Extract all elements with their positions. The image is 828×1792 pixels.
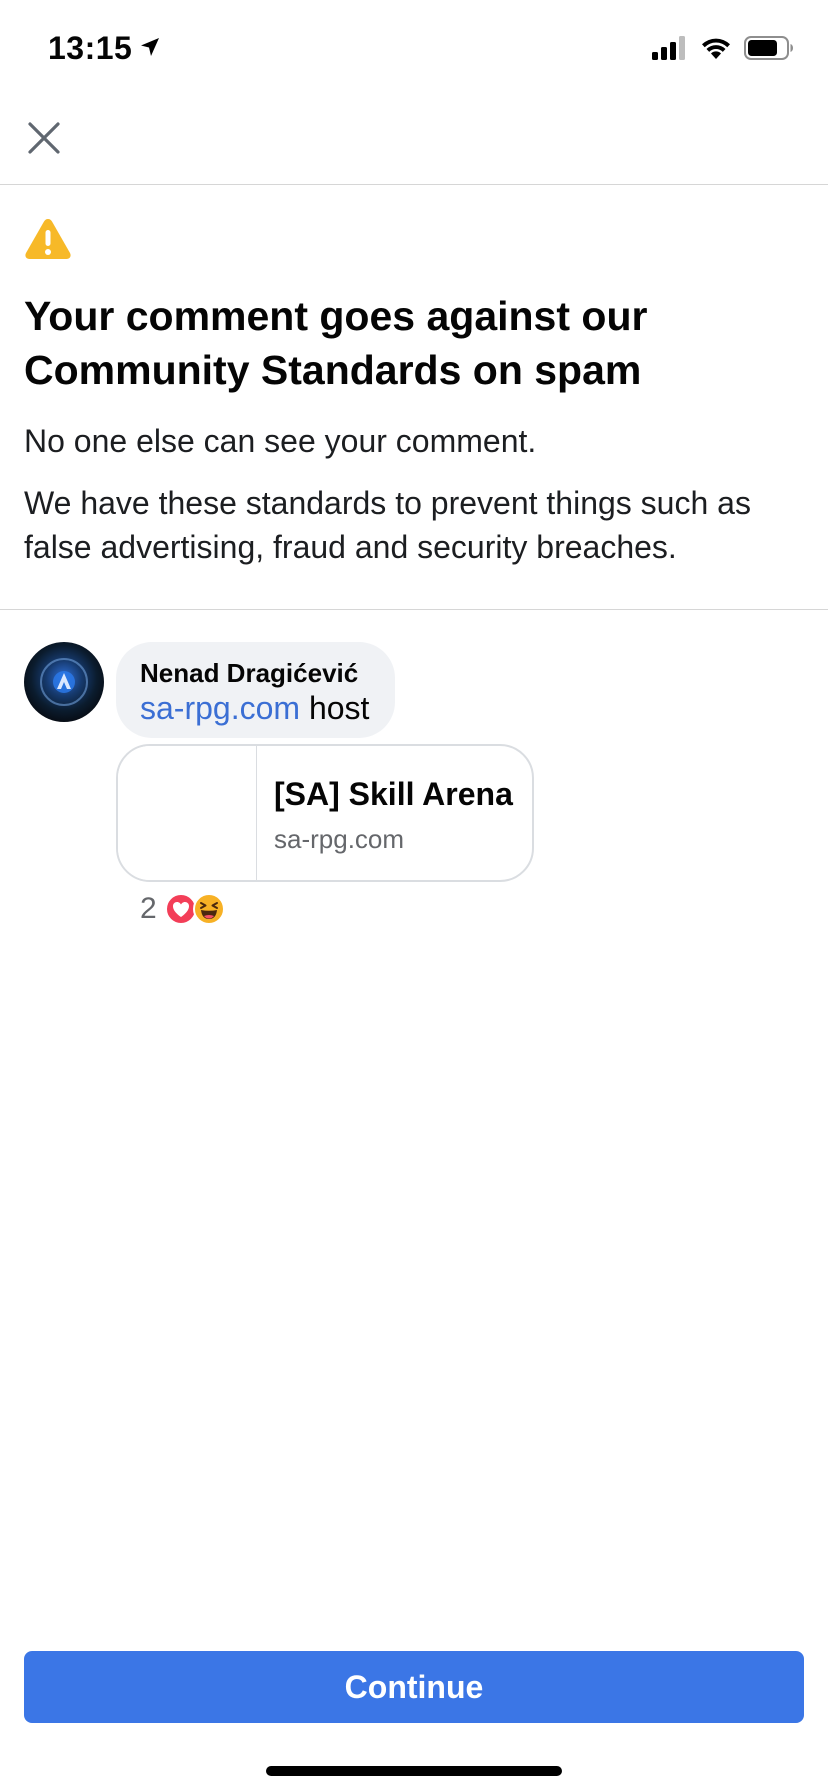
cellular-signal-icon (652, 36, 688, 65)
avatar[interactable] (24, 642, 104, 722)
warning-description: No one else can see your comment. (24, 423, 537, 459)
warning-section: Your comment goes against our Community … (0, 185, 828, 610)
status-time-text: 13:15 (48, 30, 133, 66)
reaction-count: 2 (140, 892, 157, 925)
comment-body-text: host (300, 690, 370, 726)
close-icon (26, 120, 62, 161)
avatar-logo-icon (53, 671, 75, 693)
link-preview-card[interactable]: [SA] Skill Arena sa-rpg.com (116, 744, 534, 882)
location-arrow-icon (138, 30, 162, 67)
reactions-summary[interactable]: 2 (140, 892, 225, 926)
close-button[interactable] (24, 120, 64, 160)
continue-button[interactable]: Continue (24, 1651, 804, 1723)
home-indicator (266, 1766, 562, 1776)
warning-title: Your comment goes against our Community … (24, 293, 648, 393)
warning-explanation: We have these standards to prevent thing… (24, 485, 751, 565)
status-icons (652, 36, 794, 65)
comment-bubble[interactable]: Nenad Dragićević sa-rpg.com host (116, 642, 395, 738)
wifi-icon (700, 36, 732, 65)
top-bar (0, 100, 828, 185)
link-preview-title: [SA] Skill Arena (274, 776, 513, 812)
haha-reaction-icon (192, 893, 225, 925)
status-bar: 13:15 (0, 0, 828, 100)
link-preview-thumbnail (118, 746, 257, 880)
status-time: 13:15 (48, 30, 162, 67)
comment-author[interactable]: Nenad Dragićević (140, 658, 358, 689)
warning-triangle-icon (24, 217, 72, 261)
comment-link[interactable]: sa-rpg.com (140, 690, 300, 726)
comment-text: sa-rpg.com host (140, 688, 369, 728)
link-preview-domain: sa-rpg.com (274, 824, 405, 854)
battery-icon (744, 36, 794, 65)
